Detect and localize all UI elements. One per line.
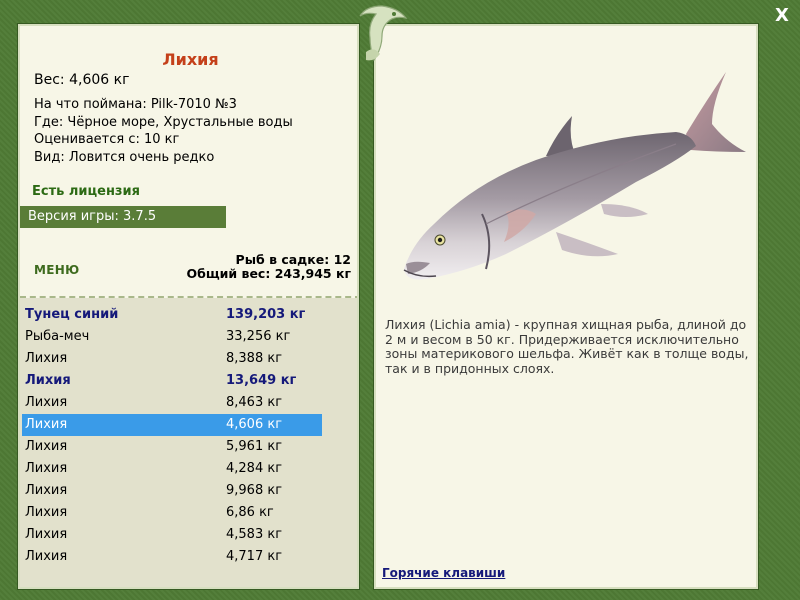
catch-name: Лихия (25, 549, 68, 564)
catch-weight: 8,388 кг (226, 351, 283, 366)
catch-row[interactable]: Лихия 5,961 кг (22, 436, 322, 458)
catch-row[interactable]: Лихия 4,606 кг (22, 414, 322, 436)
fish-info: На что поймана: Pilk-7010 №3 Где: Чёрное… (34, 96, 293, 166)
catch-weight: 13,649 кг (226, 373, 297, 388)
info-bait: На что поймана: Pilk-7010 №3 (34, 97, 237, 112)
catch-name: Лихия (25, 395, 68, 410)
catch-list: Тунец синий 139,203 кг Рыба-меч 33,256 кг Ли… (20, 298, 357, 587)
catch-name: Лихия (25, 505, 68, 520)
fish-weight: Вес: 4,606 кг (34, 72, 130, 88)
license-status: Есть лицензия (32, 184, 140, 199)
catch-row[interactable]: Лихия 4,284 кг (22, 458, 322, 480)
lichia-fish-image (403, 72, 746, 280)
catch-row[interactable]: Лихия 9,968 кг (22, 480, 322, 502)
fish-description: Лихия (Lichia amia) - крупная хищная рыб… (385, 317, 749, 376)
catch-row[interactable]: Лихия 6,86 кг (22, 502, 322, 524)
catch-row[interactable]: Лихия 13,649 кг (22, 370, 322, 392)
catch-row[interactable]: Лихия 4,717 кг (22, 546, 322, 568)
catch-weight: 9,968 кг (226, 483, 283, 498)
catch-row[interactable]: Лихия 8,463 кг (22, 392, 322, 414)
catch-name: Лихия (25, 351, 68, 366)
catch-name: Лихия (25, 373, 71, 388)
hotkeys-link[interactable]: Горячие клавиши (382, 566, 505, 580)
catch-row[interactable]: Лихия 8,388 кг (22, 348, 322, 370)
catch-weight: 139,203 кг (226, 307, 306, 322)
catch-weight: 8,463 кг (226, 395, 283, 410)
catch-weight: 6,86 кг (226, 505, 274, 520)
catch-info-panel: Лихия Вес: 4,606 кг На что поймана: Pilk… (17, 23, 360, 590)
catch-weight: 5,961 кг (226, 439, 283, 454)
info-location: Где: Чёрное море, Хрустальные воды (34, 114, 293, 130)
catch-name: Лихия (25, 527, 68, 542)
catch-weight: 4,284 кг (226, 461, 283, 476)
catch-name: Лихия (25, 439, 68, 454)
info-rating: Оценивается с: 10 кг (34, 132, 180, 147)
catch-name: Лихия (25, 417, 68, 432)
catch-weight: 33,256 кг (226, 329, 291, 344)
fish-emblem-icon (359, 5, 408, 62)
version-bar: Версия игры: 3.7.5 (20, 206, 226, 228)
close-icon[interactable]: X (772, 5, 792, 27)
menu-button[interactable]: МЕНЮ (34, 263, 79, 277)
catch-name: Тунец синий (25, 307, 119, 322)
catch-row[interactable]: Рыба-меч 33,256 кг (22, 326, 322, 348)
catch-name: Лихия (25, 461, 68, 476)
catch-weight: 4,606 кг (226, 417, 283, 432)
catch-name: Рыба-меч (25, 329, 90, 344)
keepnet-count: Рыб в садке: 12 (235, 252, 351, 267)
fish-title: Лихия (162, 50, 219, 69)
fish-description-panel: Лихия (Lichia amia) - крупная хищная рыб… (373, 23, 759, 590)
keepnet-stats: Рыб в садке: 12 Общий вес: 243,945 кг (187, 253, 352, 281)
catch-weight: 4,583 кг (226, 527, 283, 542)
info-species: Вид: Ловится очень редко (34, 149, 215, 165)
catch-row[interactable]: Тунец синий 139,203 кг (22, 304, 322, 326)
catch-row[interactable]: Лихия 4,583 кг (22, 524, 322, 546)
catch-name: Лихия (25, 483, 68, 498)
catch-weight: 4,717 кг (226, 549, 283, 564)
keepnet-total-weight: Общий вес: 243,945 кг (186, 266, 352, 281)
